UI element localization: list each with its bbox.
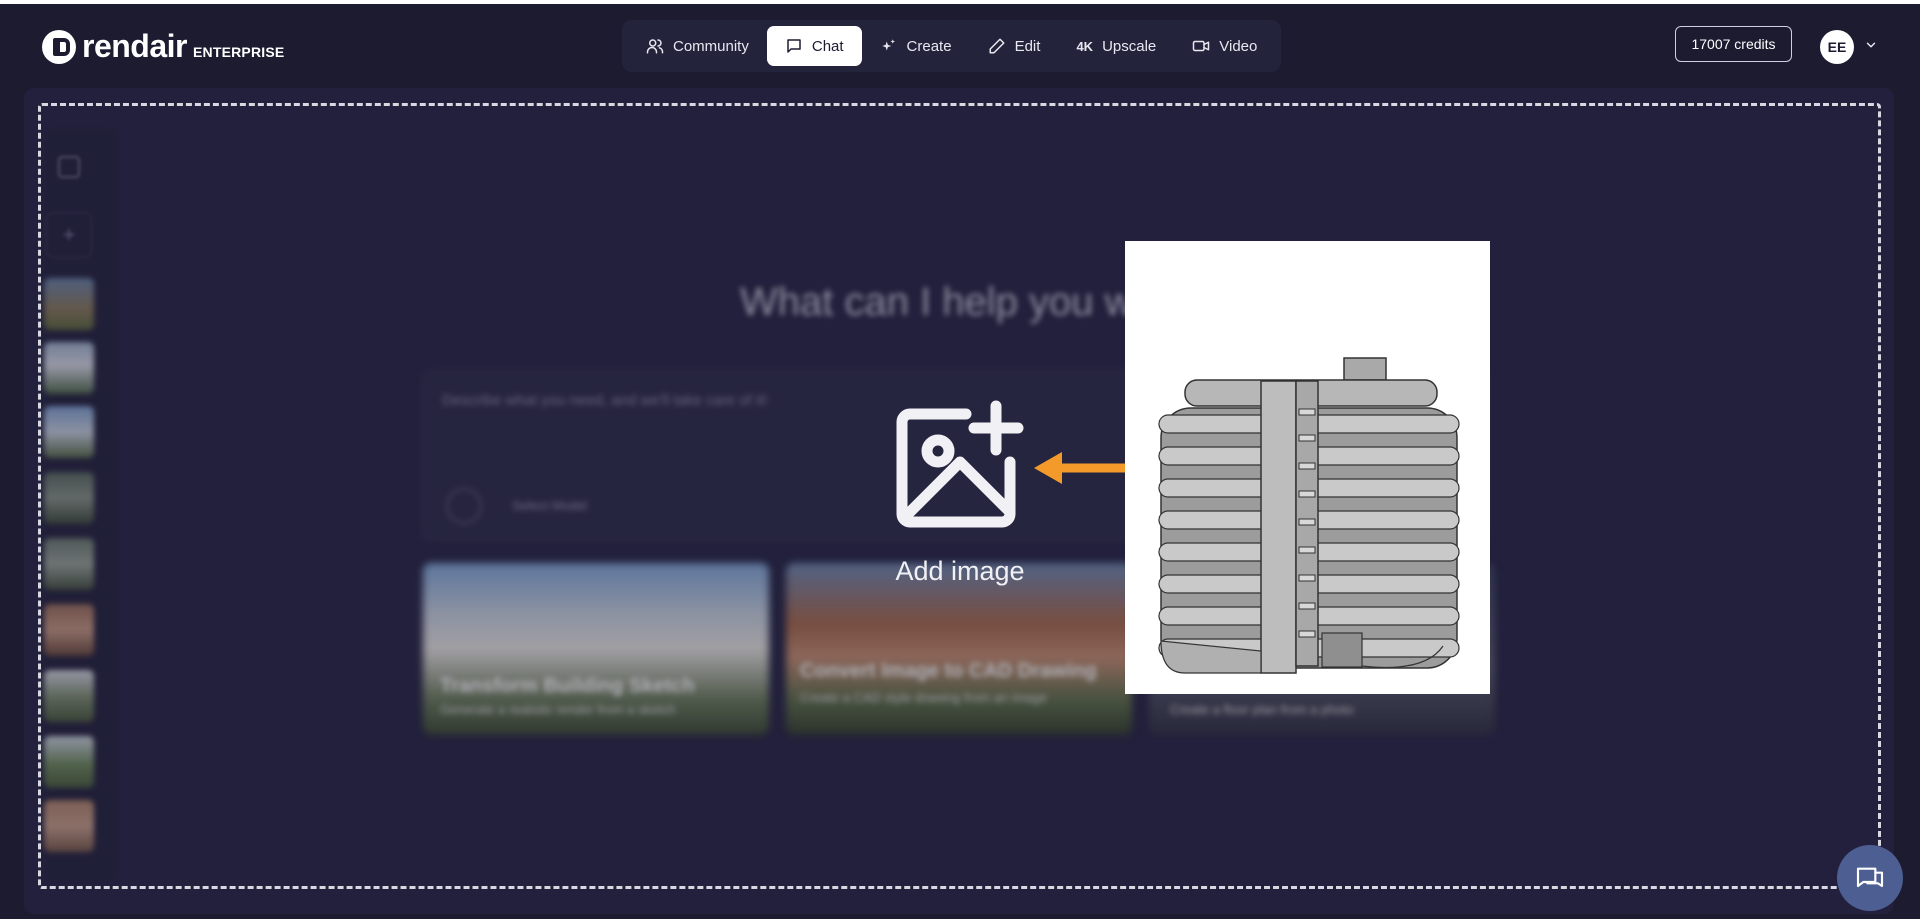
nav-edit[interactable]: Edit bbox=[970, 26, 1059, 66]
nav-edit-label: Edit bbox=[1014, 37, 1041, 55]
nav-video[interactable]: Video bbox=[1174, 26, 1275, 66]
nav-video-label: Video bbox=[1219, 37, 1258, 55]
logo-word: rendair bbox=[82, 28, 187, 64]
nav-chat[interactable]: Chat bbox=[766, 26, 862, 66]
chat-bubble-icon bbox=[1856, 867, 1884, 888]
nav-create[interactable]: Create bbox=[862, 26, 970, 66]
support-chat-button[interactable] bbox=[1837, 845, 1903, 911]
image-plus-icon bbox=[896, 400, 1024, 528]
sparkles-icon bbox=[881, 39, 895, 51]
credits-button[interactable]: 17007 credits bbox=[1675, 26, 1792, 62]
nav-upscale-label: Upscale bbox=[1102, 37, 1157, 55]
chevron-down-icon[interactable] bbox=[1864, 38, 1878, 52]
dragged-image-preview bbox=[1125, 241, 1490, 694]
nav-create-label: Create bbox=[906, 37, 952, 55]
avatar[interactable]: EE bbox=[1820, 30, 1854, 64]
users-icon bbox=[646, 39, 664, 54]
4k-icon: 4K bbox=[1076, 38, 1094, 54]
main-nav: Community Chat Create Edit 4K Upscale Vi… bbox=[622, 20, 1282, 72]
nav-chat-label: Chat bbox=[811, 37, 844, 55]
nav-community-label: Community bbox=[673, 37, 749, 55]
rendair-logo[interactable]: rendair ENTERPRISE bbox=[42, 28, 284, 65]
chat-icon bbox=[787, 39, 801, 53]
logo-icon bbox=[42, 29, 76, 64]
nav-community[interactable]: Community bbox=[628, 26, 767, 66]
building-model-image bbox=[1158, 357, 1460, 674]
add-image-label: Add image bbox=[895, 556, 1025, 586]
nav-upscale[interactable]: 4K Upscale bbox=[1058, 26, 1174, 66]
video-icon bbox=[1193, 40, 1210, 52]
pencil-icon bbox=[989, 38, 1005, 54]
top-header: rendair ENTERPRISE Community Chat Create… bbox=[0, 4, 1920, 84]
logo-suffix: ENTERPRISE bbox=[192, 43, 285, 60]
